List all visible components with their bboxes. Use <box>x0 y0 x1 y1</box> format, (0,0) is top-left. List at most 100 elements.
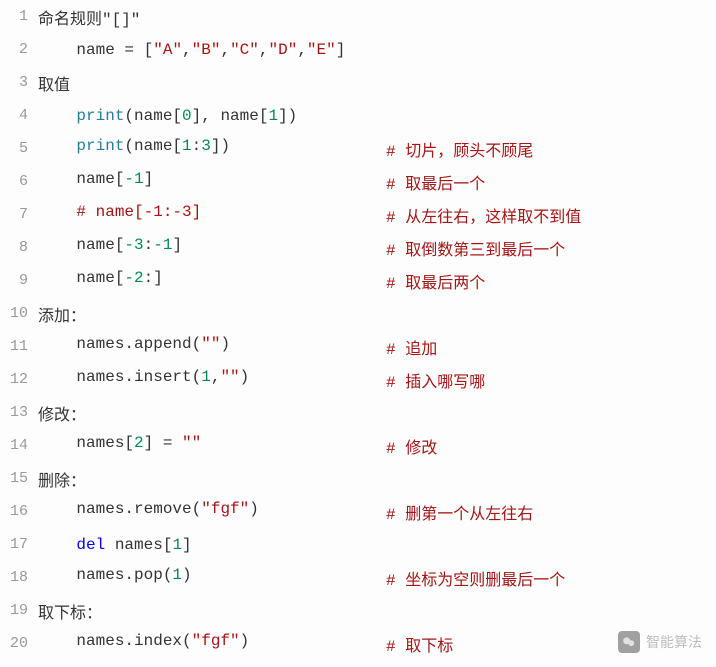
token: 1 <box>182 137 192 155</box>
code-main: names[2] = "" <box>38 434 386 458</box>
code-main: 删除： <box>38 467 386 491</box>
token: -1 <box>124 170 143 188</box>
token: 删除： <box>38 473 86 491</box>
watermark-text: 智能算法 <box>646 632 702 652</box>
token: "fgf" <box>201 500 249 518</box>
code-line: 19取下标： <box>0 594 716 627</box>
token: "B" <box>192 41 221 59</box>
token: 命名规则"[]" <box>38 11 140 29</box>
code-line: 10添加： <box>0 297 716 330</box>
token: ] <box>182 536 192 554</box>
code-line: 20 names.index("fgf")# 取下标 <box>0 627 716 660</box>
code-comment: # 坐标为空则删最后一个 <box>386 566 565 590</box>
token: 取值 <box>38 77 70 95</box>
code-content: names.append("")# 追加 <box>38 335 716 359</box>
code-line: 1命名规则"[]" <box>0 0 716 33</box>
token: del <box>76 536 105 554</box>
token: :] <box>144 269 163 287</box>
line-number: 13 <box>0 404 38 421</box>
code-block: 1命名规则"[]"2 name = ["A","B","C","D","E"]3… <box>0 0 716 660</box>
code-content: 取值 <box>38 71 716 95</box>
token: # 切片，顾头不顾尾 <box>386 143 533 161</box>
token: = <box>124 41 134 59</box>
token: : <box>144 236 154 254</box>
token: 2 <box>134 434 144 452</box>
token: = <box>163 434 173 452</box>
code-comment: # 删第一个从左往右 <box>386 500 533 524</box>
code-main: names.remove("fgf") <box>38 500 386 524</box>
wechat-icon <box>618 631 640 653</box>
line-number: 7 <box>0 206 38 223</box>
code-content: name[-1]# 取最后一个 <box>38 170 716 194</box>
code-content: 取下标： <box>38 599 716 623</box>
token: (name[ <box>124 107 182 125</box>
code-line: 7 # name[-1:-3]# 从左往右，这样取不到值 <box>0 198 716 231</box>
code-main: print(name[1:3]) <box>38 137 386 161</box>
token <box>38 203 76 221</box>
token: -1 <box>153 236 172 254</box>
line-number: 1 <box>0 8 38 25</box>
token: name <box>38 41 124 59</box>
code-content: 命名规则"[]" <box>38 5 716 29</box>
line-number: 15 <box>0 470 38 487</box>
line-number: 2 <box>0 41 38 58</box>
token: , <box>211 368 221 386</box>
line-number: 16 <box>0 503 38 520</box>
token <box>38 137 76 155</box>
token: 1 <box>172 566 182 584</box>
code-content: print(name[0], name[1]) <box>38 107 716 125</box>
line-number: 3 <box>0 74 38 91</box>
code-comment: # 取下标 <box>386 632 453 656</box>
code-main: 取下标： <box>38 599 386 623</box>
token: 0 <box>182 107 192 125</box>
code-main: 命名规则"[]" <box>38 5 386 29</box>
code-content: names[2] = ""# 修改 <box>38 434 716 458</box>
token: [ <box>134 41 153 59</box>
code-comment: # 取倒数第三到最后一个 <box>386 236 565 260</box>
code-main: 取值 <box>38 71 386 95</box>
code-comment: # 切片，顾头不顾尾 <box>386 137 533 161</box>
token: # 取下标 <box>386 638 453 656</box>
code-content: del names[1] <box>38 536 716 554</box>
token: ) <box>249 500 259 518</box>
line-number: 9 <box>0 272 38 289</box>
line-number: 6 <box>0 173 38 190</box>
token: ], name[ <box>192 107 269 125</box>
code-line: 15删除： <box>0 462 716 495</box>
token: names[ <box>105 536 172 554</box>
token: # 取倒数第三到最后一个 <box>386 242 565 260</box>
token: # 取最后一个 <box>386 176 485 194</box>
token: print <box>76 137 124 155</box>
code-main: names.append("") <box>38 335 386 359</box>
token: -2 <box>124 269 143 287</box>
token: print <box>76 107 124 125</box>
code-content: # name[-1:-3]# 从左往右，这样取不到值 <box>38 203 716 227</box>
token: "A" <box>153 41 182 59</box>
code-comment: # 从左往右，这样取不到值 <box>386 203 581 227</box>
token: ] <box>144 170 154 188</box>
code-main: del names[1] <box>38 536 386 554</box>
code-line: 8 name[-3:-1]# 取倒数第三到最后一个 <box>0 231 716 264</box>
code-line: 16 names.remove("fgf")# 删第一个从左往右 <box>0 495 716 528</box>
token: # 修改 <box>386 440 437 458</box>
token: (name[ <box>124 137 182 155</box>
line-number: 5 <box>0 140 38 157</box>
token: "D" <box>269 41 298 59</box>
token: 取下标： <box>38 605 102 623</box>
code-main: name[-2:] <box>38 269 386 293</box>
code-line: 3取值 <box>0 66 716 99</box>
token: names.insert( <box>38 368 201 386</box>
token: ] <box>336 41 346 59</box>
code-comment: # 取最后两个 <box>386 269 485 293</box>
code-line: 13修改： <box>0 396 716 429</box>
code-main: names.index("fgf") <box>38 632 386 656</box>
code-line: 2 name = ["A","B","C","D","E"] <box>0 33 716 66</box>
token: , <box>220 41 230 59</box>
token <box>172 434 182 452</box>
code-content: name = ["A","B","C","D","E"] <box>38 41 716 59</box>
code-main: name[-1] <box>38 170 386 194</box>
line-number: 10 <box>0 305 38 322</box>
token: names.pop( <box>38 566 172 584</box>
line-number: 12 <box>0 371 38 388</box>
code-content: names.pop(1)# 坐标为空则删最后一个 <box>38 566 716 590</box>
